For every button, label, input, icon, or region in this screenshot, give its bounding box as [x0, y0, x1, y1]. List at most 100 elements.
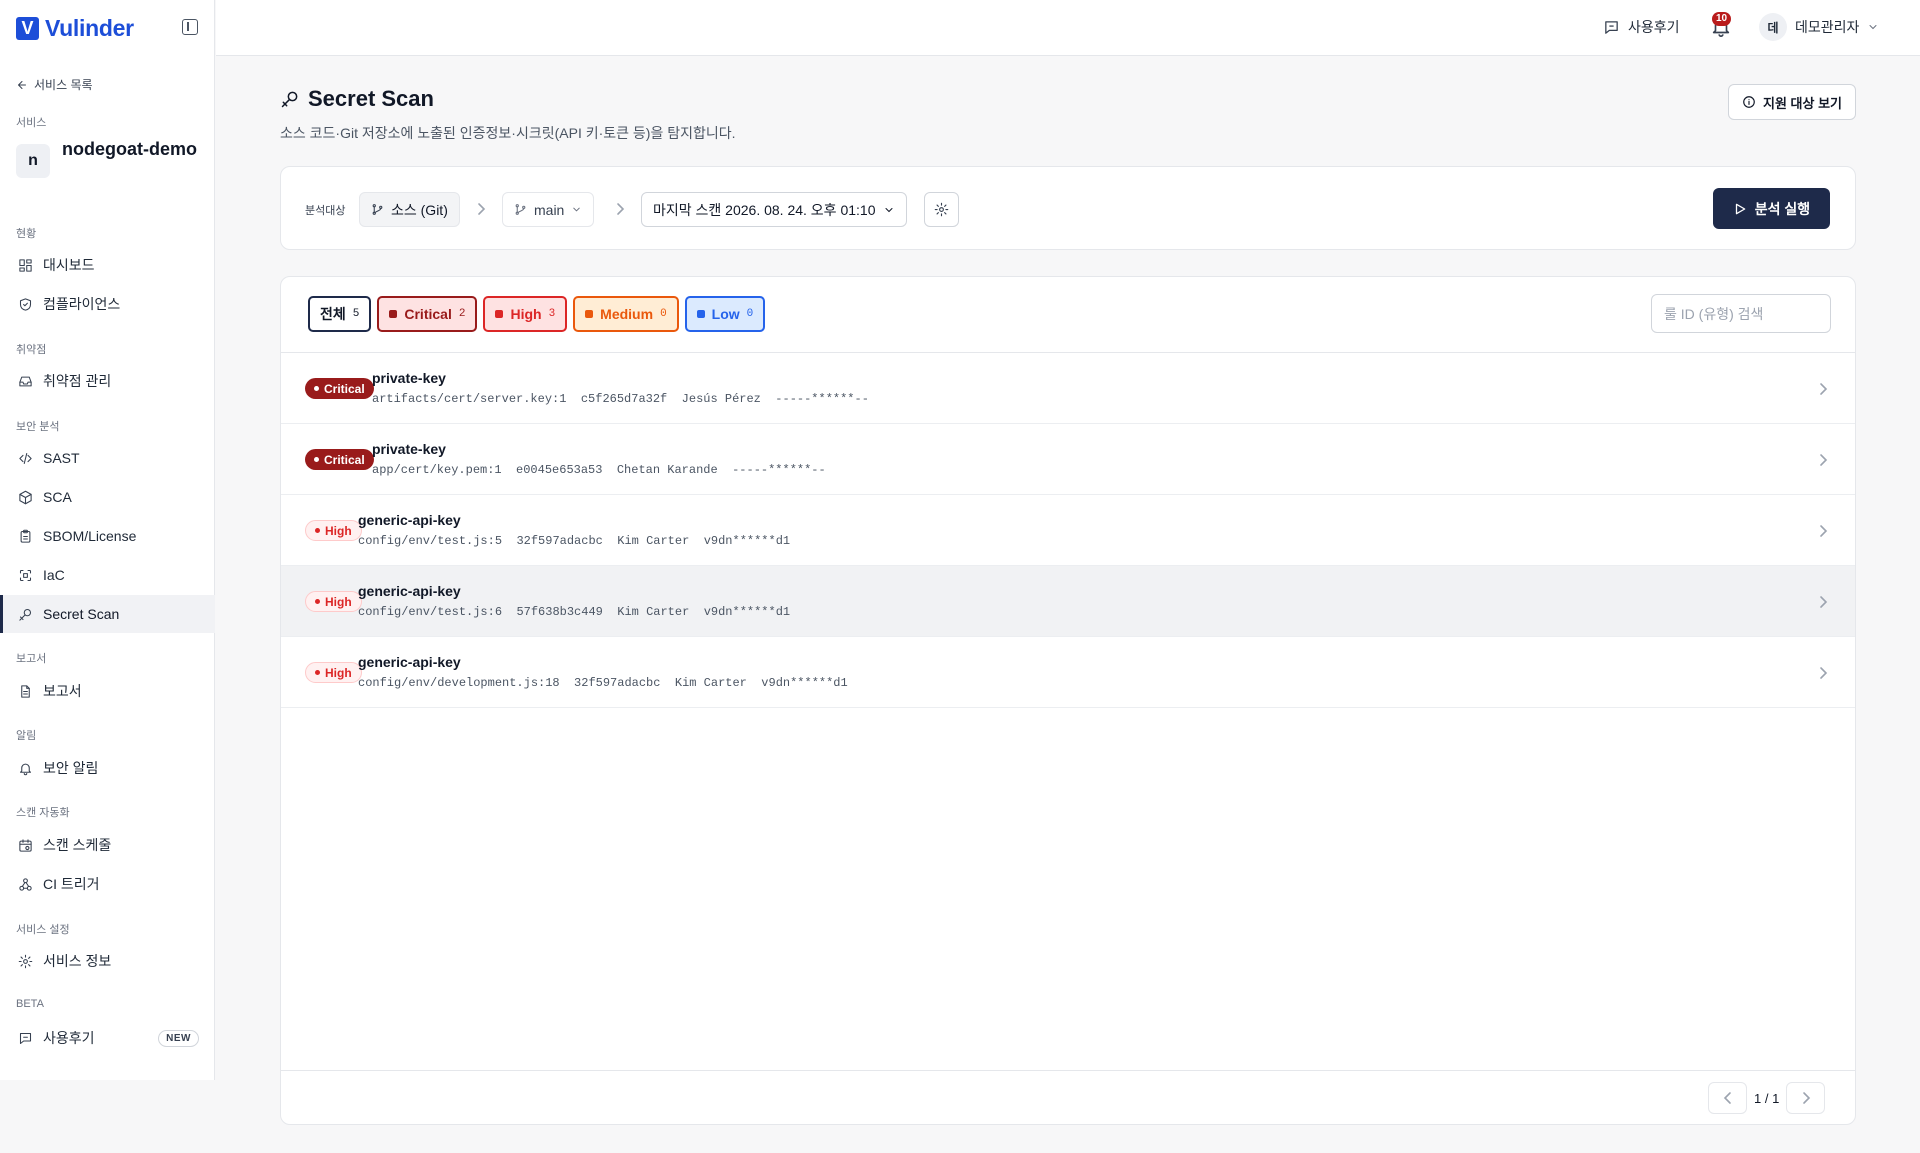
calendar-clock-icon	[18, 838, 33, 853]
sidebar-item-reports[interactable]: 보고서	[0, 672, 215, 710]
finding-row[interactable]: High generic-api-key config/env/test.js:…	[281, 566, 1855, 637]
chevron-right-icon	[1820, 454, 1828, 466]
sidebar-item-compliance[interactable]: 컴플라이언스	[0, 285, 215, 323]
finding-row[interactable]: Critical private-key artifacts/cert/serv…	[281, 353, 1855, 424]
chevron-down-icon	[1869, 25, 1877, 30]
sidebar-item-vuln-management[interactable]: 취약점 관리	[0, 362, 215, 400]
finding-author: Kim Carter	[674, 676, 747, 690]
severity-badge: High	[305, 591, 362, 612]
chevron-right-icon	[1820, 596, 1828, 608]
finding-commit: 32f597adacbc	[574, 676, 661, 690]
page-title-text: Secret Scan	[308, 86, 434, 111]
chevron-right-icon	[617, 203, 625, 215]
sidebar-item-label: SCA	[43, 489, 72, 505]
section-label-beta: BETA	[16, 998, 44, 1010]
sidebar-item-iac[interactable]: IaC	[0, 556, 215, 594]
service-avatar: n	[16, 144, 50, 178]
finding-row[interactable]: Critical private-key app/cert/key.pem:1 …	[281, 424, 1855, 495]
next-page-button[interactable]	[1786, 1082, 1826, 1114]
gear-icon	[934, 202, 949, 217]
logo-text: Vulinder	[45, 15, 134, 41]
sidebar-item-review[interactable]: 사용후기 NEW	[0, 1019, 215, 1057]
inbox-icon	[18, 374, 33, 389]
severity-dot	[495, 310, 504, 318]
section-label-report: 보고서	[16, 653, 47, 665]
sidebar-item-label: IaC	[43, 567, 65, 583]
finding-author: Kim Carter	[617, 605, 690, 619]
sidebar-item-label: CI 트리거	[43, 876, 100, 892]
sidebar-item-label: Secret Scan	[43, 606, 120, 622]
chevron-down-icon	[573, 207, 581, 212]
list-footer-divider	[281, 1070, 1855, 1071]
sidebar-item-sast[interactable]: SAST	[0, 439, 215, 477]
filter-high[interactable]: High 3	[483, 296, 568, 332]
sidebar-item-dashboard[interactable]: 대시보드	[0, 246, 215, 284]
filter-low[interactable]: Low 0	[684, 296, 766, 332]
filter-label: Low	[711, 306, 740, 322]
supported-targets-label: 지원 대상 보기	[1763, 95, 1842, 111]
package-icon	[18, 490, 33, 505]
branch-selector[interactable]: main	[502, 192, 595, 227]
review-button[interactable]: 사용후기	[1603, 17, 1680, 37]
finding-meta: config/env/test.js:6 57f638b3c449 Kim Ca…	[358, 605, 790, 619]
severity-badge: Critical	[305, 378, 374, 399]
finding-rule: private-key	[372, 370, 446, 386]
finding-meta: config/env/test.js:5 32f597adacbc Kim Ca…	[358, 534, 790, 548]
app-logo[interactable]: V Vulinder	[16, 15, 134, 42]
severity-badge-label: Critical	[324, 381, 365, 396]
filter-all[interactable]: 전체 5	[308, 296, 372, 332]
chevron-right-icon	[1820, 667, 1828, 679]
collapse-sidebar-icon[interactable]	[182, 19, 198, 35]
finding-secret: v9dn******d1	[703, 605, 791, 619]
supported-targets-button[interactable]: 지원 대상 보기	[1728, 84, 1856, 120]
sidebar-item-sbom[interactable]: SBOM/License	[0, 517, 215, 555]
sidebar-item-security-alert[interactable]: 보안 알림	[0, 749, 215, 787]
key-icon	[18, 607, 33, 622]
section-label-settings: 서비스 설정	[16, 924, 70, 936]
sidebar-item-scan-schedule[interactable]: 스캔 스케줄	[0, 826, 215, 864]
rule-search-input[interactable]	[1651, 294, 1831, 333]
message-icon	[1605, 20, 1618, 34]
scan-icon	[18, 568, 33, 583]
sidebar-item-label: 대시보드	[43, 257, 95, 273]
page-subtitle: 소스 코드·Git 저장소에 노출된 인증정보·시크릿(API 키·토큰 등)을…	[280, 125, 736, 141]
page-indicator: 1 / 1	[1754, 1090, 1780, 1106]
sidebar-item-secret-scan[interactable]: Secret Scan	[0, 595, 215, 633]
gear-icon	[18, 954, 33, 969]
code-icon	[18, 451, 33, 466]
filter-critical[interactable]: Critical 2	[377, 296, 478, 332]
prev-page-button[interactable]	[1708, 1082, 1747, 1114]
filter-label: Critical	[404, 306, 452, 322]
finding-row[interactable]: High generic-api-key config/env/test.js:…	[281, 495, 1855, 566]
finding-author: Chetan Karande	[616, 463, 718, 477]
sidebar-item-service-info[interactable]: 서비스 정보	[0, 942, 215, 980]
filter-medium[interactable]: Medium 0	[573, 296, 679, 332]
finding-commit: c5f265d7a32f	[580, 392, 668, 406]
sidebar-item-sca[interactable]: SCA	[0, 478, 215, 516]
scan-settings-button[interactable]	[924, 192, 959, 227]
user-menu[interactable]: 데 데모관리자	[1759, 13, 1879, 41]
severity-badge-label: High	[325, 523, 352, 538]
scan-history-selector[interactable]: 마지막 스캔 2026. 08. 24. 오후 01:10	[641, 192, 907, 227]
finding-row[interactable]: High generic-api-key config/env/developm…	[281, 637, 1855, 708]
sidebar-item-ci-trigger[interactable]: CI 트리거	[0, 865, 215, 903]
clipboard-icon	[18, 529, 33, 544]
finding-secret: v9dn******d1	[703, 534, 791, 548]
section-label-security: 보안 분석	[16, 421, 60, 433]
filter-count: 0	[660, 308, 667, 320]
grid-icon	[18, 258, 33, 273]
pagination: 1 / 1	[1708, 1082, 1826, 1114]
finding-author: Kim Carter	[617, 534, 690, 548]
severity-badge: High	[305, 662, 362, 683]
findings-card: 전체 5 Critical 2 High 3 Medium 0 Low 0 룰 …	[280, 276, 1856, 1125]
avatar: 데	[1759, 13, 1787, 41]
analysis-target-label: 분석대상	[305, 205, 346, 217]
back-to-services-link[interactable]: 서비스 목록	[16, 76, 93, 93]
run-analysis-button[interactable]: 분석 실행	[1713, 188, 1830, 229]
severity-dot	[314, 386, 319, 391]
finding-meta: app/cert/key.pem:1 e0045e653a53 Chetan K…	[372, 463, 826, 477]
source-selector[interactable]: 소스 (Git)	[359, 192, 460, 227]
bell-icon	[18, 761, 33, 776]
shield-check-icon	[18, 297, 33, 312]
service-name: nodegoat-demo	[62, 139, 197, 159]
